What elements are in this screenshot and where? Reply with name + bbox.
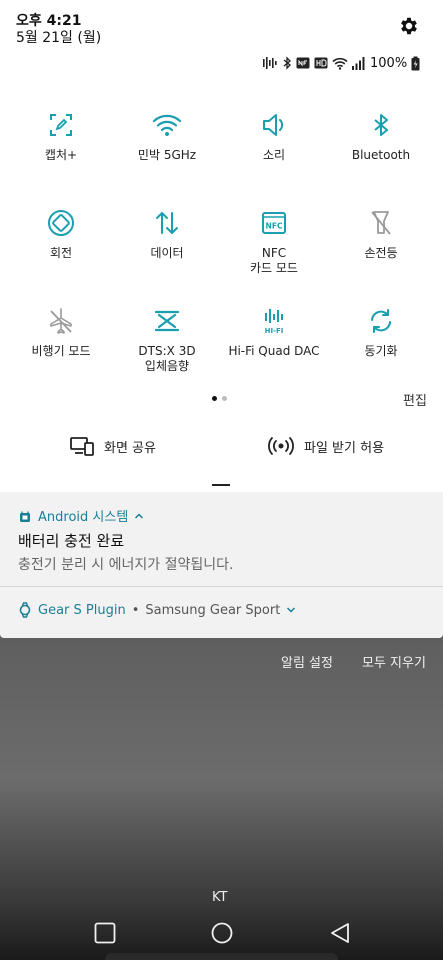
status-date: 5월 21일 (월) [16,30,102,46]
back-icon[interactable] [330,922,350,944]
notification-title[interactable]: 배터리 충전 완료 [18,530,124,551]
tile-bluetooth[interactable]: Bluetooth [326,110,436,163]
home-icon[interactable] [211,922,233,944]
edit-button[interactable]: 편집 [403,390,427,409]
file-receive-label: 파일 받기 허용 [304,440,385,456]
recents-icon[interactable] [94,922,116,944]
notification-header-android[interactable]: Android 시스템 [18,506,144,525]
gesture-bar [105,953,338,960]
tile-label: 민박 5GHz [137,148,197,162]
data-icon [156,212,178,234]
quick-settings-panel: 오후 4:21 5월 21일 (월) 100% 캡처+ 민박 5GHz 소리 B… [0,0,443,492]
svg-text:HI-FI: HI-FI [265,327,284,335]
wifi-status-icon [332,57,348,70]
page-dot-active [212,396,217,401]
notification-text[interactable]: 충전기 분리 시 에너지가 절약됩니다. [18,554,233,574]
flashlight-icon [371,211,391,235]
tile-label: 비행기 모드 [31,344,91,358]
tile-label: 소리 [262,148,286,162]
notification-list: Android 시스템 배터리 충전 완료 충전기 분리 시 에너지가 절약됩니… [0,492,443,638]
dtsx-icon [154,310,180,332]
sync-icon [371,309,391,333]
wifi-icon [152,114,182,136]
tile-sync[interactable]: 동기화 [326,306,436,359]
tile-label: 회전 [49,246,73,260]
battery-percent: 100% [370,55,408,71]
tile-label: 동기화 [364,344,398,358]
tile-label: NFC 카드 모드 [250,246,298,275]
tile-dtsx[interactable]: DTS:X 3D 입체음향 [112,306,222,374]
tile-sound[interactable]: 소리 [219,110,329,163]
notification-app-name: Android 시스템 [38,510,129,525]
notification-header-gear[interactable]: Gear S Plugin • Samsung Gear Sport [18,602,296,618]
notification-app-name: Gear S Plugin [38,602,126,618]
nfc-status-icon [296,57,310,69]
drag-handle[interactable] [212,484,230,486]
page-indicator [212,396,227,401]
screen-share-button[interactable]: 화면 공유 [70,436,156,456]
svg-text:NFC: NFC [266,222,283,231]
capture-icon [50,114,72,136]
tile-hifi[interactable]: HI-FI Hi-Fi Quad DAC [219,306,329,359]
carrier-label: KT [212,890,228,905]
bluetooth-icon [374,114,388,136]
tile-label: Bluetooth [351,148,411,162]
android-system-icon [20,511,30,522]
tile-flashlight[interactable]: 손전등 [326,208,436,261]
screen-share-icon [70,437,94,456]
tile-wifi[interactable]: 민박 5GHz [112,110,222,163]
tile-label: 손전등 [364,246,398,260]
tile-capture[interactable]: 캡처+ [6,110,116,163]
hifi-icon: HI-FI [265,309,284,335]
watch-icon [19,602,31,618]
page-dot [222,396,227,401]
broadcast-icon [268,437,294,455]
chevron-down-icon[interactable] [286,606,296,614]
notification-subtext: Samsung Gear Sport [145,602,281,618]
hifi-status-icon [263,57,277,69]
sound-icon [263,114,284,136]
settings-gear-icon[interactable] [398,15,420,37]
tile-label: DTS:X 3D 입체음향 [138,344,196,373]
status-icons: 100% [262,53,420,73]
tile-airplane[interactable]: 비행기 모드 [6,306,116,359]
tile-data[interactable]: 데이터 [112,208,222,261]
tile-nfc[interactable]: NFC NFC 카드 모드 [219,208,329,276]
chevron-up-icon[interactable] [134,512,144,520]
screen-share-label: 화면 공유 [104,440,156,456]
rotate-icon [48,210,74,236]
divider [0,586,443,587]
file-receive-button[interactable]: 파일 받기 허용 [268,436,384,456]
signal-status-icon [352,56,365,70]
clear-all-button[interactable]: 모두 지우기 [362,652,426,671]
hd-status-icon [314,57,328,69]
airplane-icon [50,308,72,334]
tile-label: Hi-Fi Quad DAC [228,344,320,358]
tile-label: 캡처+ [44,148,78,162]
notification-settings-button[interactable]: 알림 설정 [281,652,333,671]
bullet: • [131,602,140,618]
battery-charging-icon [411,56,420,70]
tile-label: 데이터 [150,246,184,260]
tile-rotate[interactable]: 회전 [6,208,116,261]
bluetooth-status-icon [283,56,291,70]
nfc-icon: NFC [262,212,286,234]
